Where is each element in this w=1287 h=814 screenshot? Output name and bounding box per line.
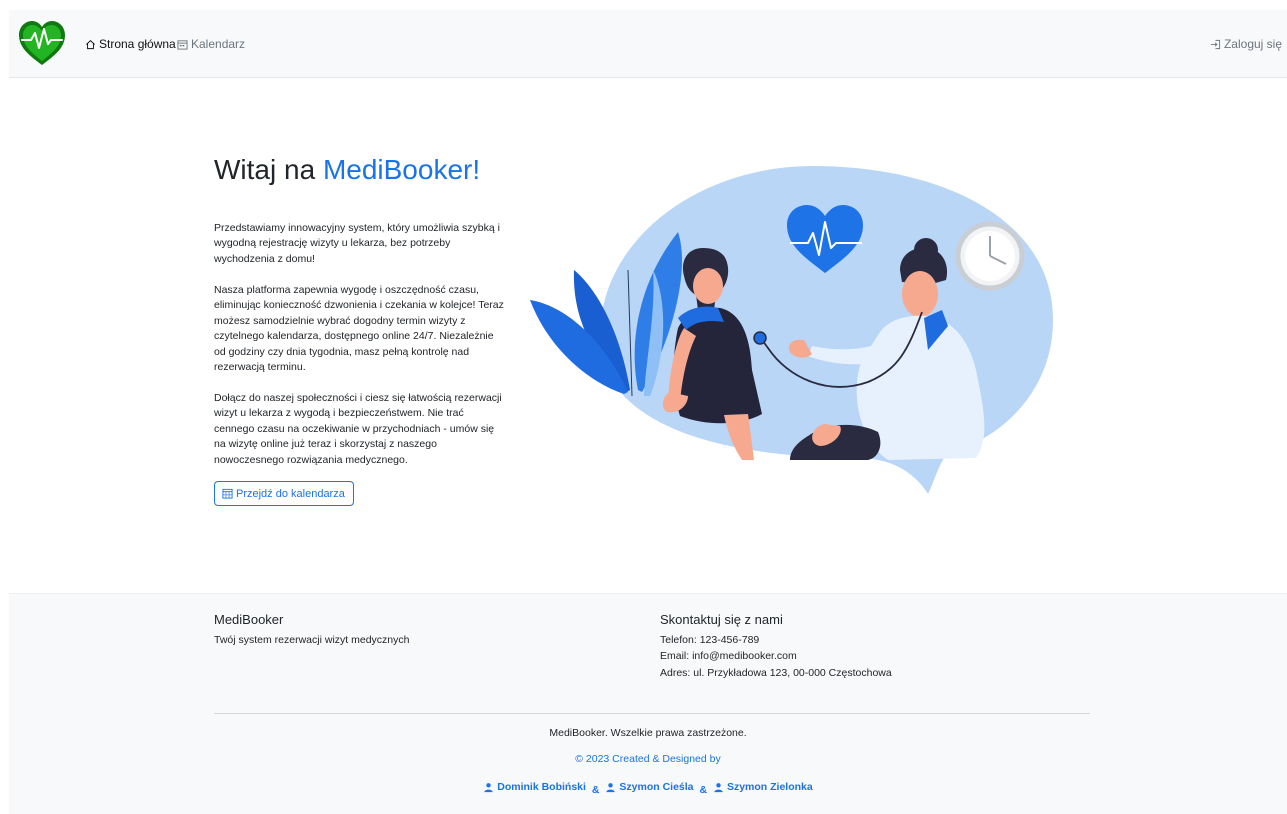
author-link-3[interactable]: Szymon Zielonka [713,781,813,793]
footer-copyright: © 2023 Created & Designed by [575,753,721,765]
footer-email: Email: info@medibooker.com [660,650,797,662]
footer-brand: MediBooker [214,612,284,627]
footer: MediBooker Twój system rezerwacji wizyt … [9,593,1287,814]
nav-login-label: Zaloguj się [1223,37,1282,51]
person-icon [484,782,493,792]
nav-calendar-label: Kalendarz [191,37,246,51]
footer-contact-heading: Skontaktuj się z nami [660,612,783,627]
intro-paragraph-3: Dołącz do naszej społeczności i ciesz si… [214,392,502,466]
house-icon [86,39,95,49]
footer-address: Adres: ul. Przykładowa 123, 00-000 Częst… [660,667,892,679]
person-icon [606,782,616,792]
calendar-icon [177,39,188,50]
author-name-3: Szymon Zielonka [726,781,813,793]
nav-calendar-link[interactable]: Kalendarz [177,37,245,51]
author-link-2[interactable]: Szymon Cieśla [605,781,694,793]
calendar-grid-icon [222,488,233,499]
intro-paragraph-1: Przedstawiamy innowacyjny system, który … [214,222,500,265]
person-icon [714,782,723,792]
footer-divider [214,713,1090,714]
footer-authors: Dominik Bobiński & Szymon Cieśla & Szymo… [9,781,1287,796]
footer-phone: Telefon: 123-456-789 [660,634,760,646]
nav-login-link[interactable]: Zaloguj się [1210,37,1282,51]
title-prefix: Witaj na [214,154,316,185]
author-name-1: Dominik Bobiński [497,781,586,793]
title-brand: MediBooker! [322,154,481,185]
doctor-examining-child-illustration [530,166,1053,494]
nav-home-link[interactable]: Strona główna [85,37,176,51]
go-to-calendar-button[interactable]: Przejdź do kalendarza [214,481,354,506]
author-name-2: Szymon Cieśla [619,781,694,793]
navbar: Strona główna Kalendarz Zaloguj się [9,10,1287,78]
footer-rights: MediBooker. Wszelkie prawa zastrzeżone. [549,727,747,739]
intro-paragraph-2: Nasza platforma zapewnia wygodę i oszczę… [214,284,504,374]
go-to-calendar-label: Przejdź do kalendarza [236,487,345,500]
footer-tagline: Twój system rezerwacji wizyt medycznych [214,634,410,646]
heart-pulse-logo-icon[interactable] [16,18,68,68]
author-separator: & [699,783,708,796]
nav-home-label: Strona główna [99,37,176,51]
page-title: Witaj na MediBooker! [214,154,480,186]
author-separator: & [591,783,600,796]
login-icon [1210,39,1221,49]
author-link-1[interactable]: Dominik Bobiński [483,781,586,793]
